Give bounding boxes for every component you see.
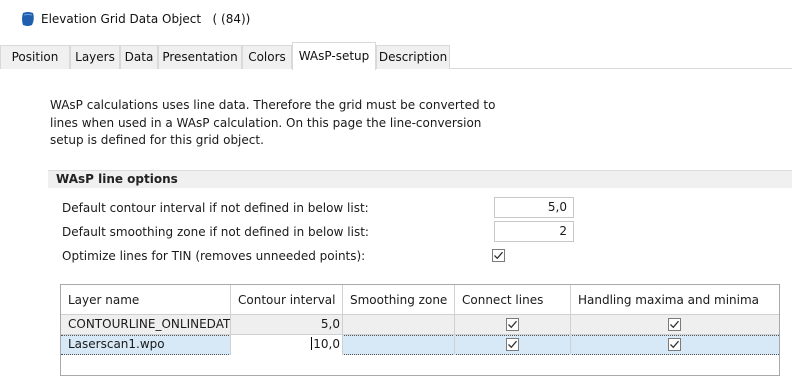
contour-interval-value: 10,0 [313,337,340,351]
table-header-row: Layer name Contour interval Smoothing zo… [61,285,779,315]
tab-presentation[interactable]: Presentation [158,45,242,69]
title-bar: Elevation Grid Data Object ( (84)) [0,0,792,40]
checkmark-icon [507,340,517,349]
checkmark-icon [670,340,679,349]
tab-wasp-setup[interactable]: WAsP-setup [292,42,376,70]
column-header-contour-interval[interactable]: Contour interval [231,285,343,315]
group-title: WAsP line options [56,172,178,186]
group-header: WAsP line options [48,170,792,188]
connect-lines-cell [455,335,571,355]
column-header-connect-lines[interactable]: Connect lines [455,285,571,315]
optimize-lines-label: Optimize lines for TIN (removes unneeded… [62,249,366,263]
column-header-layer-name[interactable]: Layer name [61,285,231,315]
checkmark-icon [494,251,503,260]
tab-data[interactable]: Data [120,45,158,69]
contour-interval-editor[interactable]: 10,0 [231,335,343,355]
default-contour-input[interactable]: 5,0 [494,197,574,218]
default-smoothing-input[interactable]: 2 [494,221,574,242]
table-row[interactable]: CONTOURLINE_ONLINEDAT 5,0 [61,315,779,335]
handling-maxima-minima-checkbox[interactable] [668,318,681,331]
default-smoothing-label: Default smoothing zone if not defined in… [62,225,369,239]
intro-line: setup is defined for this grid object. [50,133,264,147]
layer-name-cell[interactable]: Laserscan1.wpo [61,335,231,355]
intro-line: lines when used in a WAsP calculation. O… [50,115,482,130]
smoothing-zone-cell[interactable] [343,335,455,355]
handling-cell [571,335,779,355]
wasp-line-options-group: WAsP line options Default contour interv… [48,170,792,376]
window-title: Elevation Grid Data Object ( (84)) [41,12,251,26]
handling-maxima-minima-checkbox[interactable] [668,338,681,351]
optimize-lines-checkbox[interactable] [492,249,505,262]
handling-cell [571,315,779,335]
connect-lines-cell [455,315,571,335]
table-row[interactable]: Laserscan1.wpo 10,0 [61,335,779,355]
checkmark-icon [670,320,679,329]
column-header-smoothing-zone[interactable]: Smoothing zone [343,285,455,315]
layer-name-cell[interactable]: CONTOURLINE_ONLINEDAT [61,315,231,335]
tab-bar: Position Layers Data Presentation Colors… [0,41,792,70]
default-contour-label: Default contour interval if not defined … [62,201,369,215]
checkmark-icon [507,320,517,329]
intro-line: WAsP calculations uses line data. Theref… [50,98,496,112]
column-header-handling-maxima-minima[interactable]: Handling maxima and minima [571,285,779,315]
connect-lines-checkbox[interactable] [505,338,519,351]
tab-description[interactable]: Description [376,45,450,69]
connect-lines-checkbox[interactable] [505,318,519,331]
layer-settings-table: Layer name Contour interval Smoothing zo… [60,284,780,376]
tab-position[interactable]: Position [0,45,70,69]
tab-layers[interactable]: Layers [70,45,120,69]
contour-interval-cell[interactable]: 5,0 [231,315,343,335]
globe-map-icon [20,11,36,27]
intro-text: WAsP calculations uses line data. Theref… [50,97,520,150]
tab-colors[interactable]: Colors [242,45,292,69]
smoothing-zone-cell[interactable] [343,315,455,335]
wasp-setup-pane: WAsP calculations uses line data. Theref… [0,69,792,376]
